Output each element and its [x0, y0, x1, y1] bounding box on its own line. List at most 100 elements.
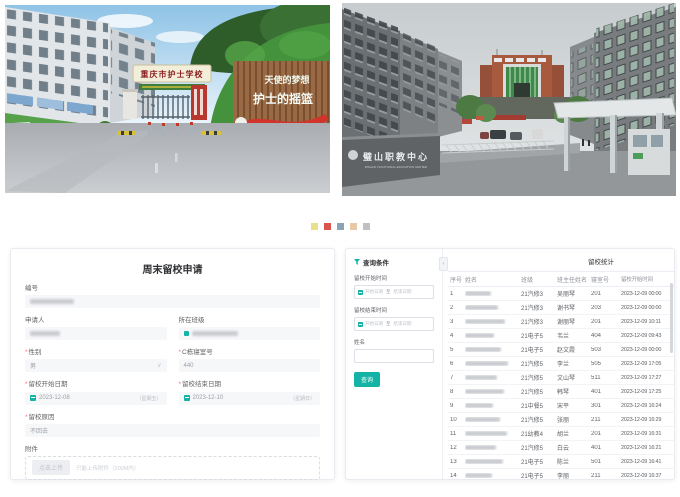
applicant-input[interactable] — [25, 327, 167, 340]
number-input[interactable] — [25, 295, 320, 308]
table-row[interactable]: 821汽修5韩琴4012023-12-09 17:2520 — [448, 385, 674, 399]
cell-start: 2023-12-09 17:25 — [621, 389, 674, 395]
cell-start: 2023-12-09 16:29 — [621, 417, 674, 423]
cell-index: 10 — [448, 417, 465, 423]
reason-input[interactable]: 不回去 — [25, 424, 320, 437]
filter-panel: 查询条件 留校开始时间 开始日期 至 结束日期 留校结束时间 开始日期 至 结束… — [346, 249, 442, 479]
cell-start: 2023-12-09 16:31 — [621, 431, 674, 437]
table-row[interactable]: 521电子5赵文霞5032023-12-09 00:0020 — [448, 343, 674, 357]
end-date-input[interactable]: 2023-12-10 （星期日） — [179, 392, 321, 405]
range-end-placeholder: 结束日期 — [394, 321, 412, 327]
table-row[interactable]: 121汽修3吴丽琴2012023-12-09 00:0020 — [448, 287, 674, 301]
cell-index: 3 — [448, 319, 465, 325]
cell-name — [465, 431, 521, 436]
center-sign: 璧山职教中心 — [362, 151, 429, 162]
scrollbar-thumb[interactable] — [670, 283, 673, 353]
cell-name — [465, 347, 521, 352]
table-row[interactable]: 1421电子5李丽2112023-12-09 16:3720 — [448, 469, 674, 479]
masked-name — [465, 445, 496, 450]
calendar-icon — [184, 395, 190, 401]
cell-class: 21幼教4 — [521, 429, 557, 438]
cell-start: 2023-12-09 17:27 — [621, 375, 674, 381]
start-date-input[interactable]: 2023-12-08 （星期五） — [25, 392, 167, 405]
applicant-label: 申请人 — [25, 317, 167, 324]
name-input[interactable] — [354, 349, 434, 363]
masked-name — [465, 473, 492, 478]
school-gate-sign: 重庆市护士学校 — [141, 69, 204, 79]
field-end-date: 留校结束日期 2023-12-10 （星期日） — [179, 381, 321, 404]
cell-teacher: 韦兰 — [557, 331, 591, 340]
masked-value — [30, 331, 60, 336]
cell-teacher: 吴丽琴 — [557, 289, 591, 298]
end-weekday: （星期日） — [290, 395, 315, 402]
calendar-icon — [358, 290, 363, 295]
cell-teacher: 韩琴 — [557, 387, 591, 396]
cell-name — [465, 389, 521, 394]
table-row[interactable]: 1121幼教4胡兰2012023-12-09 16:3120 — [448, 427, 674, 441]
table-row[interactable]: 1021汽修5张丽2112023-12-09 16:2920 — [448, 413, 674, 427]
table-row[interactable]: 1321电子5陈兰5012023-12-09 16:4120 — [448, 455, 674, 469]
carousel-dot[interactable] — [363, 223, 370, 230]
column-header: 留校开始时间 — [621, 275, 674, 283]
end-time-range-picker[interactable]: 开始日期 至 结束日期 — [354, 317, 434, 331]
start-weekday: （星期五） — [136, 395, 161, 402]
cell-class: 21汽修5 — [521, 359, 557, 368]
cell-teacher: 谢书琴 — [557, 303, 591, 312]
cell-start: 2023-12-09 10:11 — [621, 319, 674, 325]
masked-name — [465, 333, 494, 338]
dorm-input[interactable]: 440 — [179, 359, 321, 372]
upload-hint: 只能上传附件（200M内） — [76, 464, 139, 472]
table-row[interactable]: 921中餐5宋平3012023-12-09 16:2420 — [448, 399, 674, 413]
dorm-value: 440 — [184, 363, 194, 369]
center-sign-en: BISHAN VOCATIONAL EDUCATION CENTER — [365, 165, 428, 169]
table-row[interactable]: 221汽修3谢书琴2032023-12-09 00:0020 — [448, 301, 674, 315]
table-row[interactable]: 621汽修5李兰5052023-12-09 17:0520 — [448, 357, 674, 371]
range-separator: 至 — [386, 321, 391, 327]
cell-room: 401 — [591, 445, 621, 451]
carousel-dot[interactable] — [311, 223, 318, 230]
filter-title-row: 查询条件 — [354, 257, 434, 267]
table-row[interactable]: 321汽修3谢丽琴2012023-12-09 10:1120 — [448, 315, 674, 329]
search-button[interactable]: 查询 — [354, 372, 380, 387]
calendar-icon — [30, 395, 36, 401]
cell-index: 4 — [448, 333, 465, 339]
cell-name — [465, 417, 521, 422]
masked-name — [465, 403, 493, 408]
cell-class: 21汽修3 — [521, 289, 557, 298]
carousel-dot[interactable] — [324, 223, 331, 230]
cell-name — [465, 459, 521, 464]
name-label: 姓名 — [354, 338, 434, 346]
table-row[interactable]: 721汽修5文山琴5112023-12-09 17:2720 — [448, 371, 674, 385]
red-signboard — [191, 85, 207, 120]
masked-name — [465, 347, 501, 352]
cell-name — [465, 319, 521, 324]
gender-label: 性别 — [25, 349, 167, 356]
cell-teacher: 赵文霞 — [557, 345, 591, 354]
attachment-dropzone[interactable]: 点击上传 只能上传附件（200M内） — [25, 456, 320, 480]
field-reason: 留校原因 不回去 — [25, 414, 320, 437]
gender-select[interactable]: 男 ∨ — [25, 359, 167, 372]
cell-room: 201 — [591, 431, 621, 437]
wall-slogan-line2: 护士的摇篮 — [253, 91, 313, 106]
carousel-dots — [0, 223, 680, 230]
table-row[interactable]: 421电子5韦兰4042023-12-09 09:4320 — [448, 329, 674, 343]
table-row[interactable]: 1221汽修5白云4012023-12-09 16:2120 — [448, 441, 674, 455]
field-applicant: 申请人 — [25, 317, 167, 340]
field-class: 所在班级 — [179, 317, 321, 340]
start-time-range-picker[interactable]: 开始日期 至 结束日期 — [354, 285, 434, 299]
upload-button[interactable]: 点击上传 — [32, 460, 70, 475]
school-gate-illustration: 天使的梦想 护士的摇篮 重庆市护士学校 — [5, 5, 330, 193]
cell-name — [465, 305, 521, 310]
class-input[interactable] — [179, 327, 321, 340]
carousel-dot[interactable] — [337, 223, 344, 230]
end-time-label: 留校结束时间 — [354, 306, 434, 314]
cell-room: 505 — [591, 361, 621, 367]
reason-label: 留校原因 — [25, 414, 320, 421]
masked-name — [465, 431, 507, 436]
carousel-dot[interactable] — [350, 223, 357, 230]
cell-start: 2023-12-09 00:00 — [621, 347, 674, 353]
cell-room: 301 — [591, 403, 621, 409]
stay-statistics-card: 查询条件 留校开始时间 开始日期 至 结束日期 留校结束时间 开始日期 至 结束… — [345, 248, 675, 480]
cell-start: 2023-12-09 09:43 — [621, 333, 674, 339]
cell-index: 13 — [448, 459, 465, 465]
